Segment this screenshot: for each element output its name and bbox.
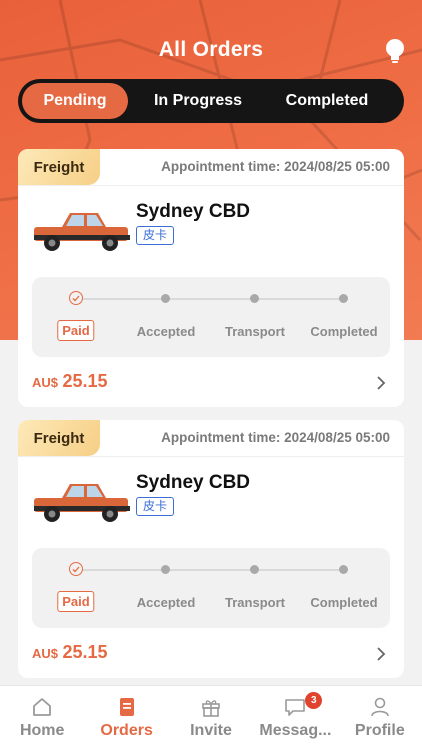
destination: Sydney CBD [136,201,251,222]
step-paid: Paid [57,320,95,341]
order-type-tag: Freight [18,420,100,456]
message-icon [285,699,306,716]
step-dot [250,294,259,303]
nav-messages-label: Messag... [259,722,332,739]
pickup-truck-image [34,484,130,522]
vehicle-type-badge: 皮卡 [136,226,175,245]
orders-icon [119,698,134,716]
nav-home[interactable]: Home [0,686,84,750]
pickup-truck-image [34,213,130,251]
nav-orders-label: Orders [100,722,153,739]
gift-icon [202,700,220,717]
step-dot [161,294,170,303]
check-icon [69,562,83,576]
step-accepted: Accepted [136,595,196,610]
nav-invite-label: Invite [190,722,232,739]
step-completed: Completed [310,324,378,339]
divider [18,456,404,457]
page-title: All Orders [158,38,264,61]
home-icon [33,698,52,716]
appointment-time: Appointment time: 2024/08/25 05:00 [161,159,390,174]
order-card[interactable]: Freight Appointment time: 2024/08/25 05:… [18,149,404,407]
bottom-nav: Home Orders Invite 3 Messag... Profile [0,685,422,750]
chevron-right-icon[interactable] [376,646,386,662]
progress-track [76,569,344,571]
order-progress: Paid Accepted Transport Completed [32,277,390,357]
progress-track [76,298,344,300]
nav-orders[interactable]: Orders [84,686,168,750]
step-transport: Transport [225,595,285,610]
tab-completed[interactable]: Completed [262,83,392,119]
step-dot [339,565,348,574]
unread-badge: 3 [305,692,323,709]
price-currency: AU$ [32,646,59,661]
price-amount: 25.15 [62,371,108,391]
price-amount: 25.15 [62,642,108,662]
vehicle-type-badge: 皮卡 [136,497,175,516]
step-dot [161,565,170,574]
nav-profile[interactable]: Profile [338,686,422,750]
chevron-right-icon[interactable] [376,375,386,391]
nav-invite[interactable]: Invite [169,686,253,750]
destination: Sydney CBD [136,472,251,493]
tab-in-progress[interactable]: In Progress [134,83,262,119]
step-transport: Transport [225,324,285,339]
profile-icon [371,697,389,717]
order-progress: Paid Accepted Transport Completed [32,548,390,628]
step-accepted: Accepted [136,324,196,339]
nav-home-label: Home [19,722,65,739]
tab-pending[interactable]: Pending [22,83,128,119]
order-price: AU$ 25.15 [32,371,108,392]
order-price: AU$ 25.15 [32,642,108,663]
nav-profile-label: Profile [354,722,405,739]
order-type-tag: Freight [18,149,100,185]
appointment-time: Appointment time: 2024/08/25 05:00 [161,430,390,445]
step-dot [250,565,259,574]
check-icon [69,291,83,305]
step-paid: Paid [57,591,95,612]
step-completed: Completed [310,595,378,610]
order-status-tabs: Pending In Progress Completed [18,79,404,123]
step-dot [339,294,348,303]
order-card[interactable]: Freight Appointment time: 2024/08/25 05:… [18,420,404,678]
divider [18,185,404,186]
lightbulb-icon[interactable] [382,37,408,65]
price-currency: AU$ [32,375,59,390]
nav-messages[interactable]: 3 Messag... [253,686,337,750]
